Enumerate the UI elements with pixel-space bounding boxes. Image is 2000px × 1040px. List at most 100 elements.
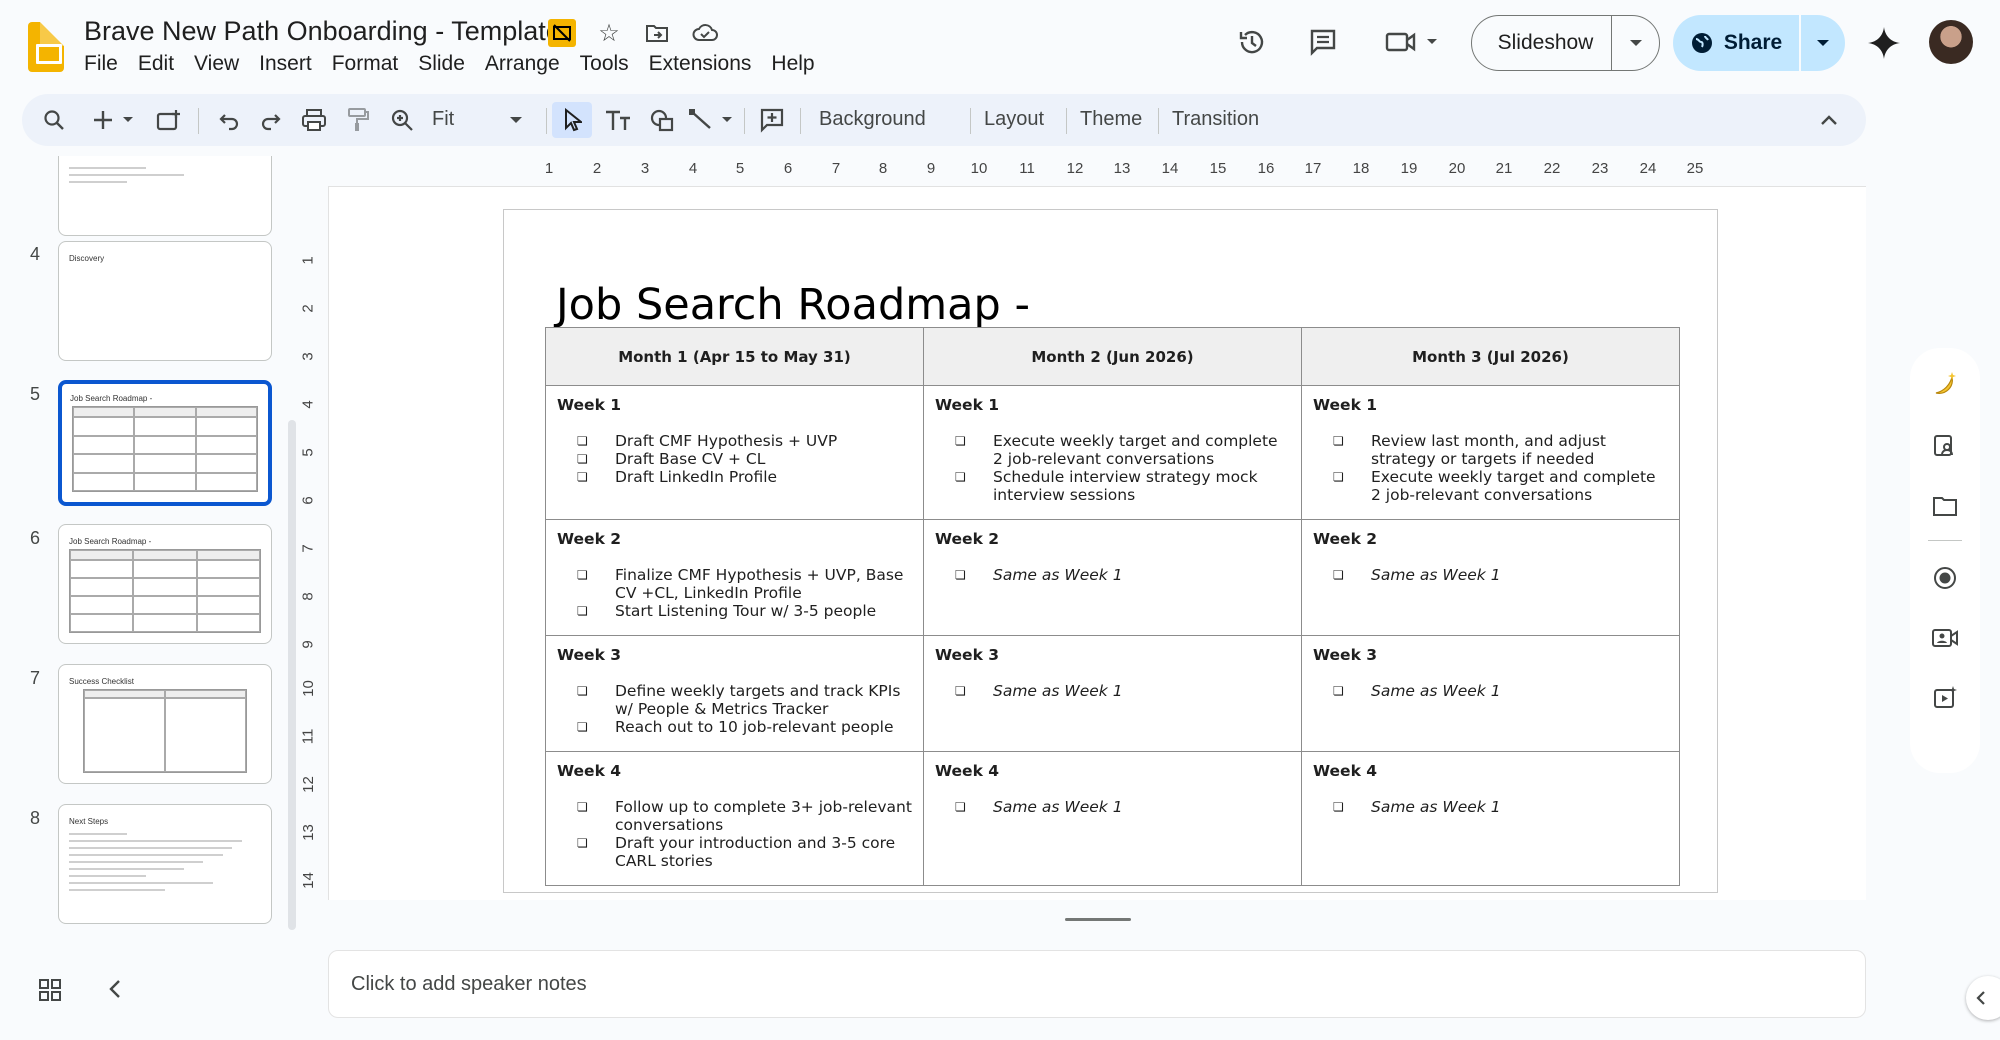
line-tool-icon[interactable] (688, 102, 736, 138)
slideshow-button[interactable]: Slideshow (1471, 15, 1660, 71)
undo-icon[interactable] (212, 102, 246, 138)
zoom-select[interactable]: Fit (432, 108, 454, 131)
theme-button[interactable]: Theme (1080, 108, 1142, 131)
table-header-month-2[interactable]: Month 2 (Jun 2026) (923, 327, 1302, 386)
menu-file[interactable]: File (84, 52, 128, 76)
document-title[interactable]: Brave New Path Onboarding - Template (84, 16, 561, 47)
table-row: Week 1 Draft CMF Hypothesis + UVP Draft … (545, 385, 1680, 520)
meet-icon[interactable] (1380, 22, 1450, 62)
checklist-item: Same as Week 1 (955, 682, 1291, 700)
select-tool-icon[interactable] (552, 102, 592, 138)
slide-thumbnail-5[interactable]: Job Search Roadmap - (58, 380, 272, 506)
thumbnail-title: Next Steps (69, 817, 109, 826)
table-cell[interactable]: Week 4 Same as Week 1 (923, 751, 1302, 886)
banana-addon-icon[interactable] (1927, 366, 1963, 402)
shape-icon[interactable] (644, 102, 680, 138)
slide-number: 7 (30, 668, 41, 688)
table-cell[interactable]: Week 1 Execute weekly target and complet… (923, 385, 1302, 520)
add-slide-layout-icon[interactable] (152, 102, 186, 138)
thumbnail-title: Job Search Roadmap - (69, 537, 152, 546)
new-slide-icon[interactable] (92, 102, 140, 138)
menu-slide[interactable]: Slide (408, 52, 475, 76)
star-icon[interactable]: ☆ (594, 18, 624, 48)
slide-thumbnail-6[interactable]: Job Search Roadmap - (58, 524, 272, 644)
slides-logo[interactable] (28, 22, 64, 72)
menu-extensions[interactable]: Extensions (639, 52, 762, 76)
table-cell[interactable]: Week 3 Define weekly targets and track K… (545, 635, 924, 752)
menu-arrange[interactable]: Arrange (475, 52, 570, 76)
notes-resize-handle[interactable] (1065, 918, 1131, 921)
drive-folder-icon[interactable] (1927, 488, 1963, 524)
contacts-icon[interactable] (1927, 428, 1963, 464)
expand-side-panel-icon[interactable] (1966, 976, 2000, 1020)
slide-thumbnail-7[interactable]: Success Checklist (58, 664, 272, 784)
table-cell[interactable]: Week 4 Same as Week 1 (1301, 751, 1680, 886)
current-slide[interactable]: Job Search Roadmap - Month 1 (Apr 15 to … (503, 209, 1718, 893)
globe-icon (1691, 33, 1712, 53)
table-header-month-1[interactable]: Month 1 (Apr 15 to May 31) (545, 327, 924, 386)
menu-help[interactable]: Help (761, 52, 824, 76)
move-folder-icon[interactable] (642, 18, 672, 48)
record-icon[interactable] (1927, 560, 1963, 596)
thumbnail-title: Job Search Roadmap - (70, 394, 153, 403)
layout-button[interactable]: Layout (984, 108, 1044, 131)
collapse-toolbar-icon[interactable] (1812, 102, 1846, 138)
zoom-dropdown-icon[interactable] (502, 102, 530, 138)
roadmap-table[interactable]: Month 1 (Apr 15 to May 31) Month 2 (Jun … (545, 327, 1680, 886)
table-cell[interactable]: Week 2 Finalize CMF Hypothesis + UVP, Ba… (545, 519, 924, 636)
slides-format-icon[interactable] (548, 19, 576, 47)
table-cell[interactable]: Week 1 Draft CMF Hypothesis + UVP Draft … (545, 385, 924, 520)
table-header-month-3[interactable]: Month 3 (Jul 2026) (1301, 327, 1680, 386)
share-dropdown-icon[interactable] (1799, 15, 1845, 71)
table-row: Week 2 Finalize CMF Hypothesis + UVP, Ba… (545, 519, 1680, 636)
background-button[interactable]: Background (819, 108, 926, 131)
slideshow-dropdown-icon[interactable] (1611, 16, 1659, 70)
collapse-filmstrip-icon[interactable] (108, 978, 122, 1006)
share-button[interactable]: Share (1673, 15, 1845, 71)
search-menus-icon[interactable] (36, 102, 72, 138)
version-history-icon[interactable] (1232, 22, 1272, 62)
table-cell[interactable]: Week 4 Follow up to complete 3+ job-rele… (545, 751, 924, 886)
slide-thumbnail-8[interactable]: Next Steps (58, 804, 272, 924)
table-cell[interactable]: Week 2 Same as Week 1 (923, 519, 1302, 636)
transition-button[interactable]: Transition (1158, 108, 1259, 131)
print-icon[interactable] (296, 102, 332, 138)
checklist-item: Start Listening Tour w/ 3-5 people (577, 602, 913, 620)
menu-view[interactable]: View (184, 52, 249, 76)
speaker-notes-placeholder: Click to add speaker notes (351, 973, 587, 995)
menu-insert[interactable]: Insert (249, 52, 322, 76)
redo-icon[interactable] (254, 102, 288, 138)
text-box-icon[interactable] (600, 102, 636, 138)
menu-edit[interactable]: Edit (128, 52, 184, 76)
slide-thumbnail-3[interactable] (58, 156, 272, 236)
table-cell[interactable]: Week 3 Same as Week 1 (923, 635, 1302, 752)
checklist-item: Execute weekly target and complete 2 job… (955, 432, 1291, 468)
avatar[interactable] (1929, 20, 1973, 64)
checklist-item: Same as Week 1 (955, 798, 1291, 816)
table-cell[interactable]: Week 1 Review last month, and adjust str… (1301, 385, 1680, 520)
grid-view-icon[interactable] (38, 978, 62, 1002)
checklist-item: Define weekly targets and track KPIs w/ … (577, 682, 913, 718)
filmstrip-scrollbar[interactable] (288, 420, 296, 930)
table-cell[interactable]: Week 3 Same as Week 1 (1301, 635, 1680, 752)
checklist-item: Same as Week 1 (955, 566, 1291, 584)
paint-format-icon[interactable] (340, 102, 376, 138)
thumbnail-title: Success Checklist (69, 677, 134, 686)
checklist-item: Draft LinkedIn Profile (577, 468, 913, 486)
zoom-icon[interactable] (384, 102, 420, 138)
slide-thumbnail-4[interactable]: Discovery (58, 241, 272, 361)
gemini-icon[interactable] (1866, 25, 1902, 61)
comments-icon[interactable] (1303, 22, 1343, 62)
table-cell[interactable]: Week 2 Same as Week 1 (1301, 519, 1680, 636)
slide-title[interactable]: Job Search Roadmap - (556, 280, 1030, 330)
speaker-notes[interactable]: Click to add speaker notes (328, 950, 1866, 1018)
menu-format[interactable]: Format (322, 52, 409, 76)
toolbar: Fit Background Layout Theme Transition (22, 94, 1866, 146)
video-meeting-icon[interactable] (1927, 620, 1963, 656)
slide-number: 4 (30, 244, 41, 264)
cloud-saved-icon[interactable] (690, 18, 720, 48)
menu-tools[interactable]: Tools (570, 52, 639, 76)
insert-comment-icon[interactable] (754, 102, 790, 138)
video-slide-icon[interactable] (1927, 680, 1963, 716)
checklist-item: Review last month, and adjust strategy o… (1333, 432, 1669, 468)
